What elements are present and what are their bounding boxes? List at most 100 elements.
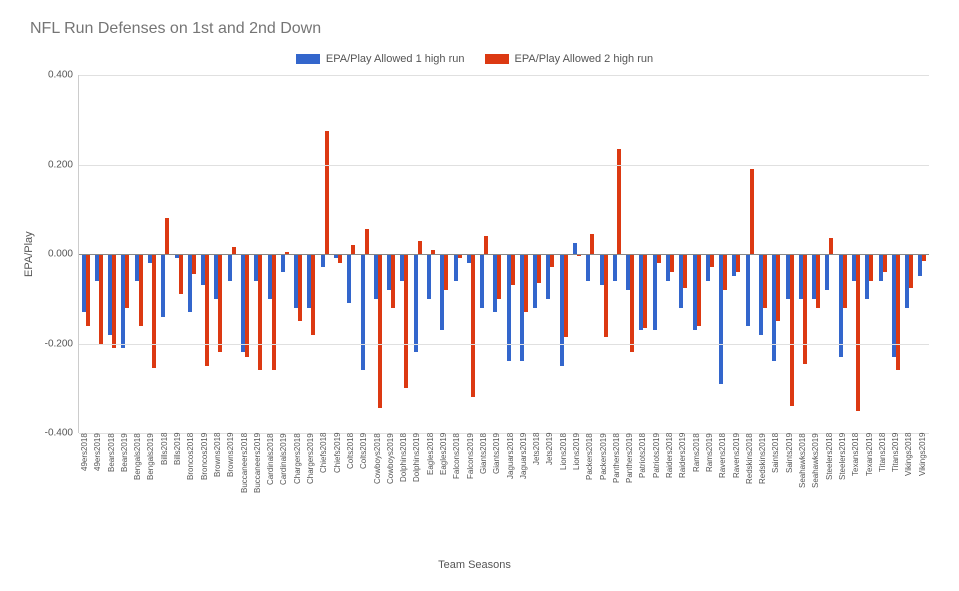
bar-series-2: [218, 254, 222, 352]
x-tick: Dolphins2019: [410, 433, 423, 553]
plot-area: EPA/Play -0.400-0.2000.0000.2000.400: [20, 75, 929, 433]
x-tick: Falcons2019: [464, 433, 477, 553]
chart-title: NFL Run Defenses on 1st and 2nd Down: [30, 20, 929, 38]
legend-swatch-2: [485, 54, 509, 64]
x-tick: Browns2018: [211, 433, 224, 553]
x-tick: Ravens2019: [730, 433, 743, 553]
bar-series-2: [604, 254, 608, 337]
x-tick: Jets2019: [543, 433, 556, 553]
bar-series-2: [790, 254, 794, 406]
x-tick: Jaguars2019: [517, 433, 530, 553]
x-tick: Bills2018: [158, 433, 171, 553]
x-tick: Colts2019: [357, 433, 370, 553]
x-tick: Browns2019: [224, 433, 237, 553]
bar-series-2: [643, 254, 647, 328]
bar-series-2: [670, 254, 674, 272]
x-tick: Cowboys2018: [371, 433, 384, 553]
bar-series-2: [564, 254, 568, 337]
y-tick: 0.000: [48, 249, 73, 260]
bar-series-1: [321, 254, 325, 267]
legend-label-2: EPA/Play Allowed 2 high run: [515, 53, 654, 65]
x-tick: Seahawks2018: [796, 433, 809, 553]
x-tick: Cardinals2019: [277, 433, 290, 553]
x-tick: Vikings2019: [916, 433, 929, 553]
x-tick: Buccaneers2018: [238, 433, 251, 553]
bar-series-2: [657, 254, 661, 263]
x-tick: Steelers2019: [836, 433, 849, 553]
bar-series-2: [165, 218, 169, 254]
bar-series-1: [281, 254, 285, 272]
bar-series-2: [99, 254, 103, 344]
x-tick: Giants2018: [477, 433, 490, 553]
bar-series-2: [205, 254, 209, 366]
bar-series-2: [750, 169, 754, 254]
gridline: [79, 75, 929, 76]
x-tick: Chiefs2019: [331, 433, 344, 553]
x-tick: Patriots2019: [650, 433, 663, 553]
bar-series-2: [909, 254, 913, 288]
plot: [78, 75, 929, 433]
x-tick: Jets2018: [530, 433, 543, 553]
bar-series-1: [414, 254, 418, 352]
x-tick: Broncos2019: [198, 433, 211, 553]
x-tick: Saints2019: [783, 433, 796, 553]
bar-series-2: [869, 254, 873, 281]
bar-series-2: [391, 254, 395, 308]
bar-series-2: [139, 254, 143, 326]
x-tick: Lions2019: [570, 433, 583, 553]
x-tick: Chiefs2018: [317, 433, 330, 553]
gridline: [79, 254, 929, 255]
x-tick: Rams2019: [703, 433, 716, 553]
x-tick: Vikings2018: [902, 433, 915, 553]
y-tick: -0.400: [45, 428, 73, 439]
x-tick: Dolphins2018: [397, 433, 410, 553]
bar-series-2: [471, 254, 475, 397]
x-tick: Panthers2019: [623, 433, 636, 553]
x-tick: Packers2018: [583, 433, 596, 553]
y-tick: 0.200: [48, 159, 73, 170]
x-tick: Redskins2019: [756, 433, 769, 553]
gridline: [79, 344, 929, 345]
x-tick: Rams2018: [690, 433, 703, 553]
x-tick: Eagles2019: [437, 433, 450, 553]
bar-series-1: [361, 254, 365, 370]
x-tick: Redskins2018: [743, 433, 756, 553]
y-axis: -0.400-0.2000.0000.2000.400: [38, 75, 78, 433]
x-tick: Broncos2018: [184, 433, 197, 553]
x-tick: Panthers2018: [610, 433, 623, 553]
x-tick: Seahawks2019: [809, 433, 822, 553]
bar-series-2: [444, 254, 448, 290]
bar-series-1: [347, 254, 351, 303]
bar-series-2: [630, 254, 634, 352]
x-tick: Bears2019: [118, 433, 131, 553]
x-tick: Saints2018: [769, 433, 782, 553]
bar-series-2: [86, 254, 90, 326]
chart-container: NFL Run Defenses on 1st and 2nd Down EPA…: [0, 0, 959, 591]
bar-series-2: [365, 229, 369, 254]
bar-series-1: [228, 254, 232, 281]
bar-series-2: [245, 254, 249, 357]
y-axis-label: EPA/Play: [20, 75, 38, 433]
y-tick: -0.200: [45, 338, 73, 349]
bar-series-2: [697, 254, 701, 326]
x-tick: Cowboys2019: [384, 433, 397, 553]
x-tick: Raiders2018: [663, 433, 676, 553]
x-tick: Steelers2018: [823, 433, 836, 553]
bar-series-2: [484, 236, 488, 254]
bar-series-2: [351, 245, 355, 254]
bar-series-2: [763, 254, 767, 308]
x-tick: Chargers2018: [291, 433, 304, 553]
legend-label-1: EPA/Play Allowed 1 high run: [326, 53, 465, 65]
x-tick: Titans2018: [876, 433, 889, 553]
x-tick: Bears2018: [105, 433, 118, 553]
bar-series-2: [710, 254, 714, 267]
x-tick: Giants2019: [490, 433, 503, 553]
x-tick: Falcons2018: [450, 433, 463, 553]
bar-series-2: [829, 238, 833, 254]
bar-series-2: [338, 254, 342, 263]
bar-series-2: [550, 254, 554, 267]
bar-series-2: [736, 254, 740, 272]
bar-series-2: [723, 254, 727, 290]
bar-series-2: [816, 254, 820, 308]
bar-series-2: [418, 241, 422, 254]
